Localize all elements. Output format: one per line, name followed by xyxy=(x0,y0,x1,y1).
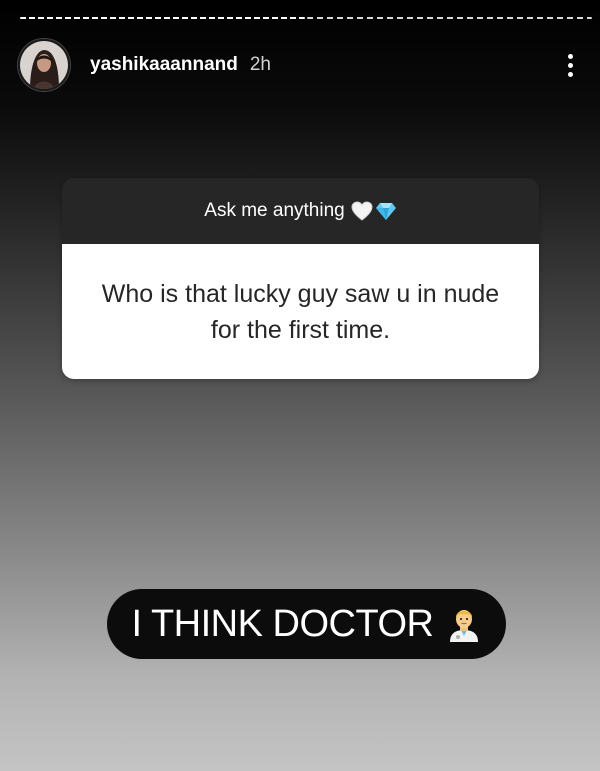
answer-caption: I THINK DOCTOR xyxy=(107,589,506,659)
question-prompt: Ask me anything xyxy=(204,200,345,221)
question-sticker-header: Ask me anything xyxy=(62,178,539,244)
profile-photo-icon xyxy=(20,41,68,89)
man-health-worker-icon xyxy=(447,606,481,642)
progress-segment xyxy=(20,17,305,19)
story-progress-bar xyxy=(20,17,592,19)
post-time: 2h xyxy=(249,54,271,75)
answer-text: I THINK DOCTOR xyxy=(131,602,434,645)
white-heart-icon xyxy=(351,201,373,221)
progress-segment xyxy=(307,17,592,19)
question-sticker[interactable]: Ask me anything Who is that lucky guy sa… xyxy=(62,178,539,379)
question-text: Who is that lucky guy saw u in nude for … xyxy=(62,244,539,379)
story-header: yashikaaannand 2h xyxy=(18,39,580,91)
avatar[interactable] xyxy=(18,39,70,91)
username[interactable]: yashikaaannand xyxy=(90,54,238,76)
prompt-emojis xyxy=(351,201,397,221)
more-options-icon[interactable] xyxy=(560,50,580,80)
gem-stone-icon xyxy=(375,203,396,220)
